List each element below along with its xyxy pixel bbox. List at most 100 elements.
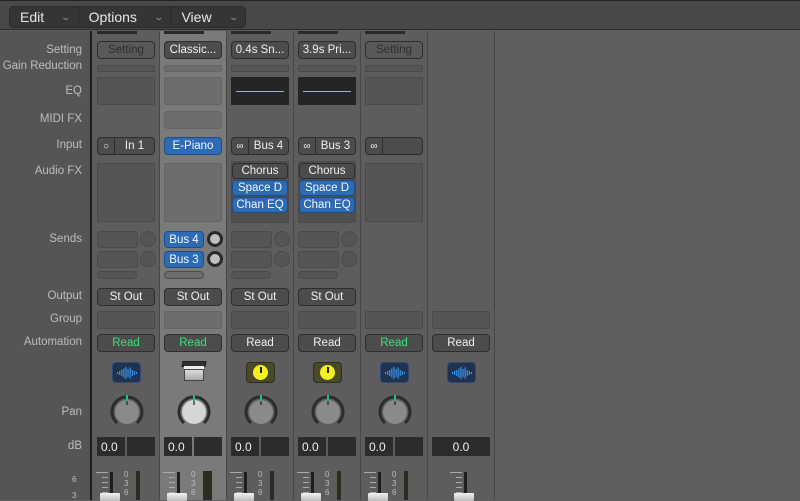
send-add-slot[interactable] <box>298 271 338 279</box>
eq-display[interactable] <box>231 77 289 105</box>
volume-db-readout[interactable]: 0.0 <box>231 437 259 456</box>
audio-fx-slot-chorus[interactable]: Chorus <box>232 163 288 179</box>
audio-fx-slot-space-d[interactable]: Space D <box>232 180 288 196</box>
send-level-knob[interactable] <box>140 251 156 267</box>
automation-mode-button[interactable]: Read <box>298 334 356 352</box>
channel-strip[interactable]: Classic... E-Piano Bus 4 Bus 3 St Out Read 0.0… <box>160 31 227 501</box>
view-menu[interactable]: View ⌄ <box>171 7 245 27</box>
track-icon[interactable] <box>112 362 141 383</box>
setting-button[interactable]: Setting <box>97 41 155 59</box>
audio-fx-slot-chorus[interactable]: Chorus <box>299 163 355 179</box>
send-level-knob[interactable] <box>207 231 223 247</box>
audio-fx-slot-chan-eq[interactable]: Chan EQ <box>299 197 355 213</box>
audio-fx-slot-space-d[interactable]: Space D <box>299 180 355 196</box>
output-button[interactable]: St Out <box>298 288 356 306</box>
meter-scale-label: 6 <box>258 488 263 497</box>
channel-strip[interactable]: 0.4s Sn... ∞ Bus 4 Chorus Space D Chan EQ St O… <box>227 31 294 501</box>
send-level-knob[interactable] <box>341 231 357 247</box>
input-button[interactable]: ∞ Bus 3 <box>298 137 356 155</box>
eq-display[interactable] <box>365 77 423 105</box>
send-add-slot[interactable] <box>164 271 204 279</box>
audio-fx-area[interactable] <box>164 163 222 222</box>
channel-strip[interactable]: Setting ○ In 1 St Out Read 0.0 0 3 6 <box>93 31 160 501</box>
track-icon[interactable] <box>447 362 476 383</box>
eq-display[interactable] <box>164 77 222 105</box>
audio-fx-area[interactable] <box>365 163 423 222</box>
group-slot[interactable] <box>164 311 222 329</box>
volume-db-readout[interactable]: 0.0 <box>164 437 192 456</box>
track-icon[interactable] <box>380 362 409 383</box>
automation-mode-button[interactable]: Read <box>365 334 423 352</box>
input-button[interactable]: ○ In 1 <box>97 137 155 155</box>
send-level-knob[interactable] <box>274 251 290 267</box>
fader-tick <box>96 472 108 473</box>
send-slot-empty[interactable] <box>231 251 272 268</box>
eq-display[interactable] <box>298 77 356 105</box>
automation-mode-button[interactable]: Read <box>164 334 222 352</box>
send-slot-empty[interactable] <box>231 231 272 248</box>
send-level-knob[interactable] <box>207 251 223 267</box>
setting-button[interactable]: Setting <box>365 41 423 59</box>
setting-button[interactable]: Classic... <box>164 41 222 59</box>
midi-fx-slot[interactable] <box>164 111 222 129</box>
setting-button[interactable]: 0.4s Sn... <box>231 41 289 59</box>
send-slot-empty[interactable] <box>298 251 339 268</box>
pan-knob[interactable] <box>176 393 212 429</box>
output-button[interactable]: St Out <box>164 288 222 306</box>
automation-mode-button[interactable]: Read <box>97 334 155 352</box>
send-add-slot[interactable] <box>97 271 137 279</box>
group-slot[interactable] <box>97 311 155 329</box>
pan-knob[interactable] <box>377 393 413 429</box>
group-slot[interactable] <box>231 311 289 329</box>
volume-db-readout[interactable]: 0.0 <box>97 437 125 456</box>
input-button[interactable]: ∞ <box>365 137 423 155</box>
send-slot-bus-4[interactable]: Bus 4 <box>164 231 204 248</box>
pan-knob[interactable] <box>310 393 346 429</box>
send-level-knob[interactable] <box>140 231 156 247</box>
setting-button[interactable]: 3.9s Pri... <box>298 41 356 59</box>
mono-circle-icon[interactable]: ○ <box>98 138 115 154</box>
level-meter <box>404 471 408 500</box>
automation-mode-button[interactable]: Read <box>432 334 490 352</box>
eq-display[interactable] <box>97 77 155 105</box>
volume-fader-area: 036 <box>361 470 428 501</box>
channel-strip[interactable]: Setting ∞ Read 0.0 0 3 6 <box>361 31 428 501</box>
audio-fx-area[interactable] <box>97 163 155 222</box>
group-slot[interactable] <box>298 311 356 329</box>
pan-knob[interactable] <box>243 393 279 429</box>
group-slot[interactable] <box>365 311 423 329</box>
send-slot-empty[interactable] <box>298 231 339 248</box>
fader-tick <box>297 472 309 473</box>
group-slot[interactable] <box>432 311 490 329</box>
volume-db-readout[interactable]: 0.0 <box>298 437 326 456</box>
send-level-knob[interactable] <box>274 231 290 247</box>
send-slot-bus-3[interactable]: Bus 3 <box>164 251 204 268</box>
fader-tick <box>456 482 462 483</box>
input-button[interactable]: ∞ Bus 4 <box>231 137 289 155</box>
track-icon[interactable] <box>179 360 208 381</box>
send-slot-empty[interactable] <box>97 231 138 248</box>
channel-strip[interactable]: Read 0.0 <box>428 31 495 501</box>
output-button[interactable]: St Out <box>231 288 289 306</box>
chevron-down-icon: ⌄ <box>153 11 164 22</box>
send-slot-empty[interactable] <box>97 251 138 268</box>
input-button[interactable]: E-Piano <box>164 137 222 155</box>
audio-fx-slot-chan-eq[interactable]: Chan EQ <box>232 197 288 213</box>
track-icon[interactable] <box>246 362 275 383</box>
stereo-link-icon[interactable]: ∞ <box>366 138 383 154</box>
channel-strip[interactable]: 3.9s Pri... ∞ Bus 3 Chorus Space D Chan EQ St … <box>294 31 361 501</box>
gain-reduction-meter <box>97 65 155 72</box>
stereo-link-icon[interactable]: ∞ <box>232 138 249 154</box>
send-add-slot[interactable] <box>231 271 271 279</box>
volume-db-readout[interactable]: 0.0 <box>432 437 490 456</box>
track-icon[interactable] <box>313 362 342 383</box>
output-button[interactable]: St Out <box>97 288 155 306</box>
volume-fader-area <box>428 470 495 501</box>
options-menu[interactable]: Options ⌄ <box>79 7 172 27</box>
automation-mode-button[interactable]: Read <box>231 334 289 352</box>
edit-menu[interactable]: Edit ⌄ <box>10 7 79 27</box>
pan-knob[interactable] <box>109 393 145 429</box>
stereo-link-icon[interactable]: ∞ <box>299 138 316 154</box>
send-level-knob[interactable] <box>341 251 357 267</box>
volume-db-readout[interactable]: 0.0 <box>365 437 393 456</box>
